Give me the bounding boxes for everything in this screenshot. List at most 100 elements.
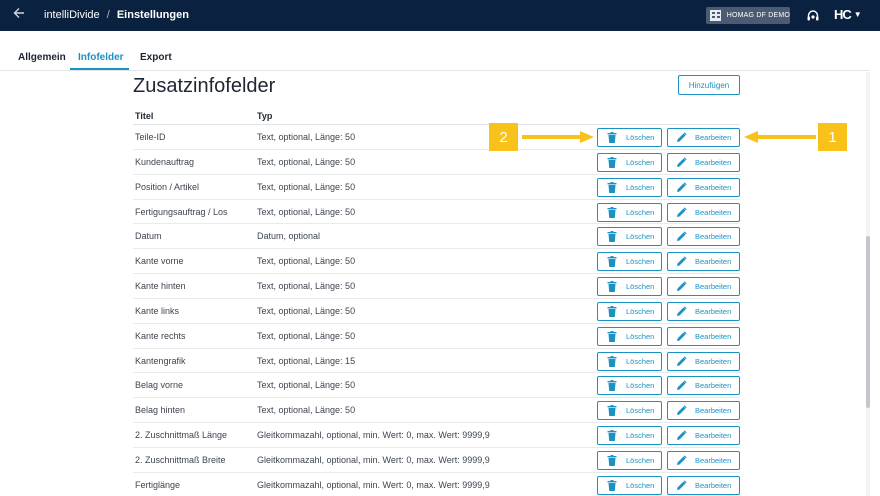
- delete-button[interactable]: Löschen: [597, 326, 662, 346]
- row-title: Fertigungsauftrag / Los: [135, 206, 228, 217]
- row-type: Text, optional, Länge: 50: [257, 156, 356, 167]
- row-title: Belag vorne: [135, 380, 184, 391]
- annotation-arrow-right-icon: [522, 131, 594, 143]
- breadcrumb-app[interactable]: intelliDivide: [44, 9, 100, 21]
- delete-label: Löschen: [626, 157, 655, 167]
- row-type: Text, optional, Länge: 50: [257, 181, 356, 192]
- table-row: Datum Datum, optional Löschen Bearbeiten: [133, 224, 740, 250]
- row-type: Text, optional, Länge: 50: [257, 305, 356, 316]
- table-header: Titel Typ: [133, 107, 740, 125]
- row-type: Text, optional, Länge: 50: [257, 206, 356, 217]
- delete-button[interactable]: Löschen: [597, 128, 662, 147]
- delete-button[interactable]: Löschen: [597, 177, 662, 197]
- delete-button[interactable]: Löschen: [597, 401, 662, 421]
- column-header-title: Titel: [135, 111, 154, 121]
- trash-icon: [607, 206, 617, 218]
- edit-label: Bearbeiten: [695, 381, 732, 391]
- edit-button[interactable]: Bearbeiten: [667, 376, 740, 396]
- trash-icon: [607, 330, 617, 342]
- edit-label: Bearbeiten: [695, 257, 732, 267]
- edit-label: Bearbeiten: [695, 232, 732, 242]
- row-title: Kante rechts: [135, 330, 186, 341]
- user-menu[interactable]: HC ▼: [834, 7, 862, 22]
- delete-button[interactable]: Löschen: [597, 252, 662, 272]
- table-row: Fertiglänge Gleitkommazahl, optional, min…: [133, 473, 740, 496]
- pencil-icon: [676, 430, 687, 441]
- active-tab-indicator: [70, 68, 129, 70]
- trash-icon: [607, 181, 617, 193]
- tab-infofelder[interactable]: Infofelder: [78, 52, 124, 63]
- table-row: 2. Zuschnittmaß Breite Gleitkommazahl, op…: [133, 448, 740, 473]
- logo: HC: [834, 7, 852, 22]
- tab-allgemein[interactable]: Allgemein: [18, 52, 66, 63]
- row-title: Teile-ID: [135, 132, 166, 142]
- edit-button[interactable]: Bearbeiten: [667, 301, 740, 321]
- table-row: Kantengrafik Text, optional, Länge: 15 Lös…: [133, 349, 740, 374]
- tenant-name: HOMAG DF DEMO: [726, 12, 790, 19]
- pencil-icon: [676, 306, 687, 317]
- trash-icon: [607, 256, 617, 268]
- tab-export[interactable]: Export: [140, 52, 172, 63]
- pencil-icon: [676, 355, 687, 367]
- breadcrumb-separator: /: [106, 9, 110, 21]
- delete-button[interactable]: Löschen: [597, 351, 662, 371]
- delete-label: Löschen: [626, 306, 655, 316]
- row-type: Text, optional, Länge: 50: [257, 256, 356, 267]
- edit-button[interactable]: Bearbeiten: [667, 227, 740, 247]
- delete-button[interactable]: Löschen: [597, 426, 662, 446]
- delete-label: Löschen: [626, 133, 655, 142]
- breadcrumb: intelliDivide / Einstellungen: [44, 9, 189, 21]
- table-row: Fertigungsauftrag / Los Text, optional, L…: [133, 200, 740, 225]
- row-type: Text, optional, Länge: 50: [257, 330, 356, 341]
- edit-label: Bearbeiten: [695, 157, 732, 167]
- edit-button[interactable]: Bearbeiten: [667, 401, 740, 421]
- edit-label: Bearbeiten: [695, 455, 732, 465]
- edit-button[interactable]: Bearbeiten: [667, 202, 740, 222]
- delete-label: Löschen: [626, 232, 655, 242]
- pencil-icon: [676, 480, 687, 491]
- delete-label: Löschen: [626, 356, 655, 366]
- edit-button[interactable]: Bearbeiten: [667, 252, 740, 272]
- edit-button[interactable]: Bearbeiten: [667, 177, 740, 197]
- delete-button[interactable]: Löschen: [597, 376, 662, 396]
- table-row: Kante rechts Text, optional, Länge: 50 Lös…: [133, 324, 740, 349]
- scrollbar-thumb[interactable]: [866, 236, 870, 408]
- edit-label: Bearbeiten: [695, 133, 732, 142]
- row-type: Text, optional, Länge: 50: [257, 405, 356, 416]
- delete-button[interactable]: Löschen: [597, 202, 662, 222]
- pencil-icon: [676, 405, 687, 416]
- trash-icon: [607, 355, 617, 367]
- edit-button[interactable]: Bearbeiten: [667, 277, 740, 297]
- delete-label: Löschen: [626, 182, 655, 192]
- delete-button[interactable]: Löschen: [597, 277, 662, 297]
- row-type: Datum, optional: [257, 231, 321, 242]
- headset-icon[interactable]: [806, 9, 820, 23]
- delete-button[interactable]: Löschen: [597, 152, 662, 172]
- edit-label: Bearbeiten: [695, 282, 732, 292]
- edit-button[interactable]: Bearbeiten: [667, 152, 740, 172]
- delete-button[interactable]: Löschen: [597, 450, 662, 470]
- edit-button[interactable]: Bearbeiten: [667, 128, 740, 147]
- delete-button[interactable]: Löschen: [597, 227, 662, 247]
- tenant-selector[interactable]: HOMAG DF DEMO: [706, 7, 790, 24]
- delete-label: Löschen: [626, 406, 655, 416]
- trash-icon: [607, 132, 617, 143]
- edit-button[interactable]: Bearbeiten: [667, 450, 740, 470]
- trash-icon: [607, 479, 617, 491]
- delete-button[interactable]: Löschen: [597, 475, 662, 495]
- edit-button[interactable]: Bearbeiten: [667, 326, 740, 346]
- delete-button[interactable]: Löschen: [597, 301, 662, 321]
- edit-button[interactable]: Bearbeiten: [667, 426, 740, 446]
- arrow-left-icon[interactable]: [12, 6, 30, 24]
- delete-label: Löschen: [626, 257, 655, 267]
- pencil-icon: [676, 281, 687, 292]
- edit-label: Bearbeiten: [695, 480, 732, 490]
- table-row: Kante hinten Text, optional, Länge: 50 Lös…: [133, 274, 740, 299]
- row-title: Datum: [135, 231, 162, 242]
- pencil-icon: [676, 256, 687, 267]
- page-title: Zusatzinfofelder: [133, 75, 276, 97]
- edit-button[interactable]: Bearbeiten: [667, 475, 740, 495]
- edit-label: Bearbeiten: [695, 182, 732, 192]
- add-button[interactable]: Hinzufügen: [678, 75, 740, 95]
- edit-button[interactable]: Bearbeiten: [667, 351, 740, 371]
